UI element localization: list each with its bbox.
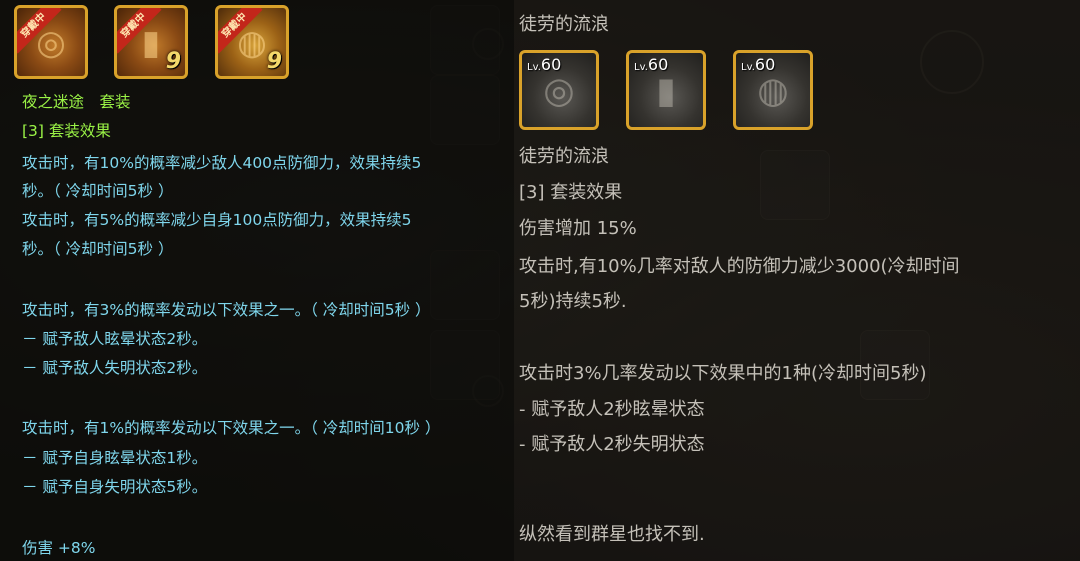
set-name: 夜之迷途 套装 (22, 93, 131, 111)
compass-helmet-icon: ◎ (543, 70, 575, 112)
item-level: Lv.60 (634, 55, 669, 74)
set-item-slot-3[interactable]: ◍ 穿戴中 9 (215, 5, 289, 79)
effect-line: － 赋予敌人失明状态2秒。 (22, 359, 208, 377)
compare-set-effect-header: [3] 套装效果 (519, 182, 623, 203)
compare-effect-line: 5秒)持续5秒. (519, 291, 627, 312)
damage-stat: 伤害 +8% (22, 539, 96, 557)
effect-line: 攻击时，有1%的概率发动以下效果之一。（ 冷却时间10秒 ） (22, 419, 441, 437)
effect-line: － 赋予自身眩晕状态1秒。 (22, 449, 208, 467)
item-count-badge: 9 (266, 49, 282, 74)
effect-line: 攻击时，有10%的概率减少敌人400点防御力，效果持续5 (22, 154, 422, 172)
gauntlet-icon: ▮ (141, 23, 161, 64)
compare-set-title: 徒劳的流浪 (519, 14, 609, 35)
set-item-slot-1[interactable]: ◎ 穿戴中 (14, 5, 88, 79)
compare-item-slot-3[interactable]: ◍ Lv.60 (733, 50, 813, 130)
item-count-badge: 9 (165, 49, 181, 74)
compare-set-name: 徒劳的流浪 (519, 146, 609, 167)
effect-line: － 赋予敌人眩晕状态2秒。 (22, 330, 208, 348)
compare-effect-line: 攻击时,有10%几率对敌人的防御力减少3000(冷却时间 (519, 256, 960, 277)
set-effect-header: [3] 套装效果 (22, 122, 111, 140)
compare-effect-line: 伤害增加 15% (519, 218, 637, 239)
effect-line: 攻击时，有3%的概率发动以下效果之一。（ 冷却时间5秒 ） (22, 301, 431, 319)
compare-item-slot-2[interactable]: ▮ Lv.60 (626, 50, 706, 130)
compare-effect-line: - 赋予敌人2秒眩晕状态 (519, 399, 705, 420)
compare-effect-line: - 赋予敌人2秒失明状态 (519, 434, 705, 455)
boots-icon: ◍ (757, 70, 789, 112)
item-level: Lv.60 (741, 55, 776, 74)
compare-item-slot-1[interactable]: ◎ Lv.60 (519, 50, 599, 130)
gauntlet-icon: ▮ (656, 70, 676, 112)
item-level: Lv.60 (527, 55, 562, 74)
effect-line: 攻击时，有5%的概率减少自身100点防御力，效果持续5 (22, 211, 412, 229)
effect-line: － 赋予自身失明状态5秒。 (22, 478, 208, 496)
effect-line: 秒。（ 冷却时间5秒 ） (22, 240, 174, 258)
flavor-text: 纵然看到群星也找不到. (519, 524, 705, 545)
effect-line: 秒。（ 冷却时间5秒 ） (22, 182, 174, 200)
compare-effect-line: 攻击时3%几率发动以下效果中的1种(冷却时间5秒) (519, 363, 927, 384)
set-item-slot-2[interactable]: ▮ 穿戴中 9 (114, 5, 188, 79)
